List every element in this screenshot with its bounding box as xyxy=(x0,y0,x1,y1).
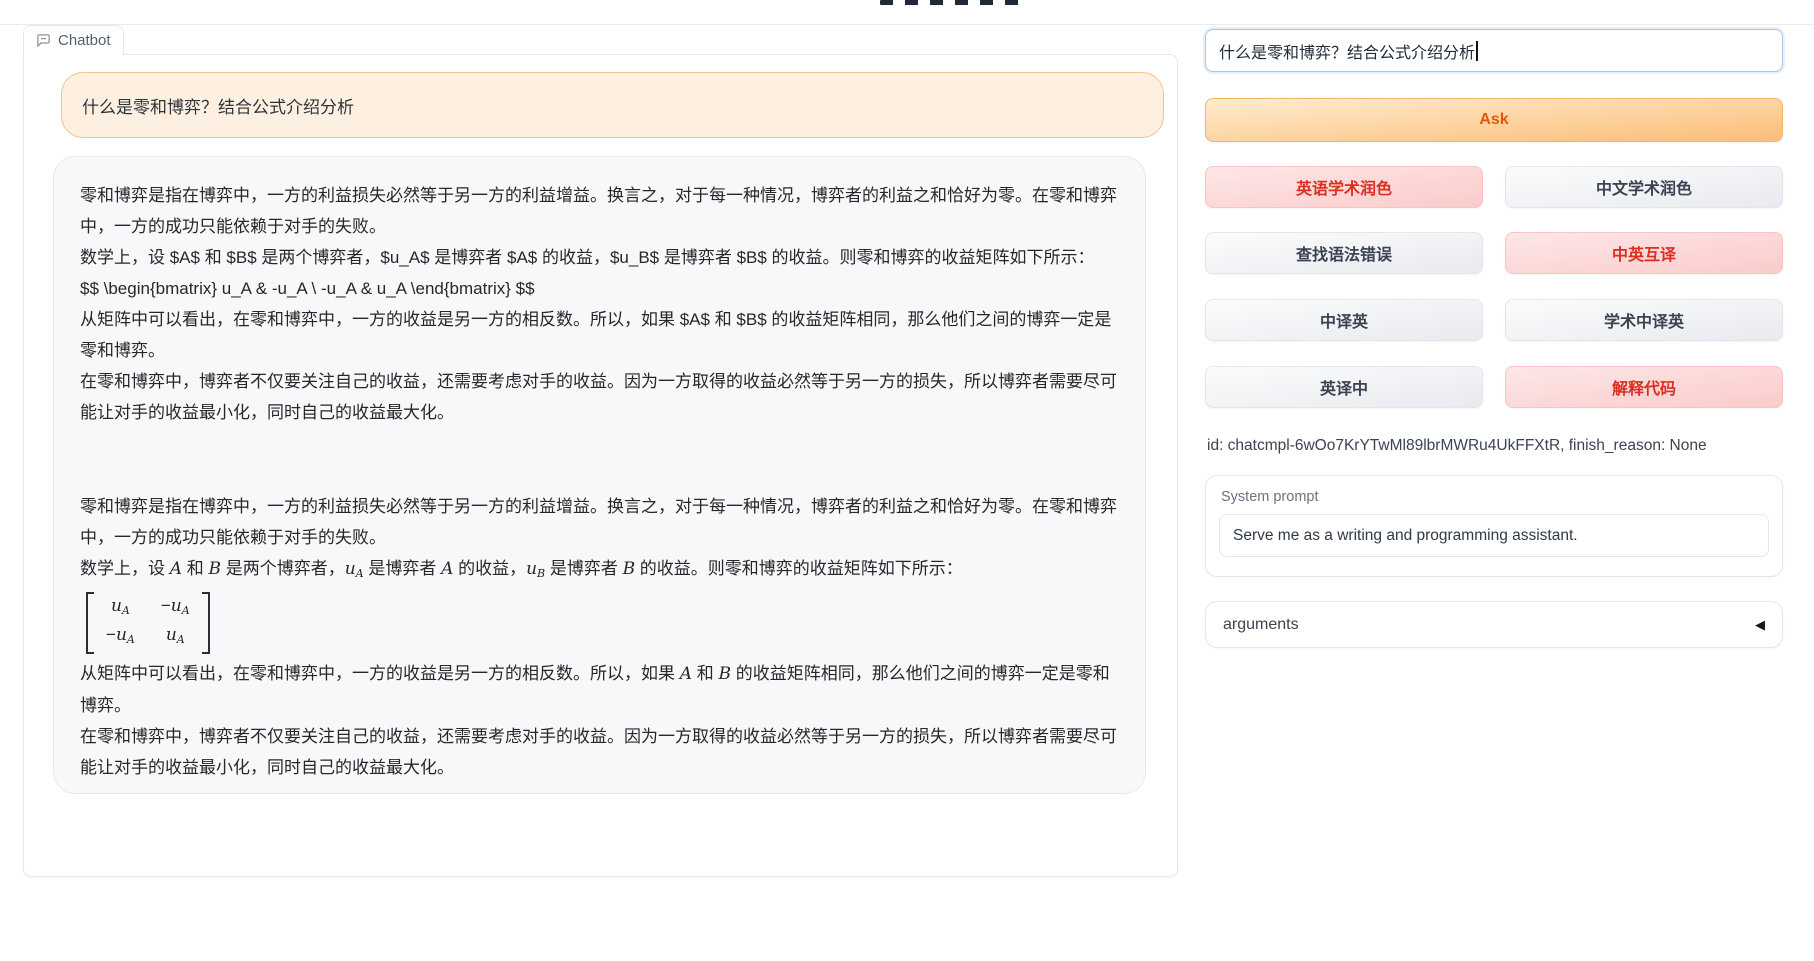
response-status-line: id: chatcmpl-6wOo7KrYTwMl89lbrMWRu4UkFFX… xyxy=(1207,437,1707,455)
bot-raw-paragraph: 在零和博弈中，博弈者不仅要关注自己的收益，还需要考虑对手的收益。因为一方取得的收… xyxy=(80,366,1119,428)
matrix-cell: uA xyxy=(106,594,135,623)
collapse-arrow-icon: ◀ xyxy=(1755,617,1765,633)
btn-explain-code[interactable]: 解释代码 xyxy=(1505,366,1783,408)
text-caret xyxy=(1476,41,1478,61)
math-var: A xyxy=(680,664,692,684)
chat-bubble-icon xyxy=(36,33,51,48)
user-message-text: 什么是零和博弈？结合公式介绍分析 xyxy=(82,93,354,118)
bot-raw-paragraph: 从矩阵中可以看出，在零和博弈中，一方的收益是另一方的相反数。所以，如果 $A$ … xyxy=(80,304,1119,366)
bot-rendered-paragraph: 零和博弈是指在博弈中，一方的利益损失必然等于另一方的利益增益。换言之，对于每一种… xyxy=(80,491,1119,553)
matrix-left-bracket xyxy=(86,592,94,654)
math-subscript: A xyxy=(356,567,364,580)
matrix-cell: −uA xyxy=(161,594,190,623)
math-var: A xyxy=(441,559,453,579)
matrix-cell: −uA xyxy=(106,623,135,652)
math-var: u xyxy=(526,559,537,579)
control-panel: 什么是零和博弈？结合公式介绍分析 Ask 英语学术润色 中文学术润色 查找语法错… xyxy=(1205,0,1783,961)
ask-button[interactable]: Ask xyxy=(1205,98,1783,142)
system-prompt-input[interactable] xyxy=(1219,514,1769,557)
chatbot-panel: 什么是零和博弈？结合公式介绍分析 零和博弈是指在博弈中，一方的利益损失必然等于另… xyxy=(23,54,1178,877)
chatbot-label: Chatbot xyxy=(23,25,124,55)
btn-chinese-academic-polish[interactable]: 中文学术润色 xyxy=(1505,166,1783,208)
btn-zh-to-en[interactable]: 中译英 xyxy=(1205,299,1483,341)
clipped-page-title xyxy=(880,0,1028,5)
btn-en-to-zh[interactable]: 英译中 xyxy=(1205,366,1483,408)
math-var: B xyxy=(208,559,221,579)
math-var: B xyxy=(623,559,636,579)
arguments-accordion[interactable]: arguments ◀ xyxy=(1205,601,1783,648)
system-prompt-group: System prompt xyxy=(1205,475,1783,577)
payoff-matrix: uA −uA −uA uA xyxy=(86,592,210,654)
math-subscript: B xyxy=(537,567,545,580)
arguments-accordion-label: arguments xyxy=(1223,616,1299,634)
bot-rendered-paragraph: 在零和博弈中，博弈者不仅要关注自己的收益，还需要考虑对手的收益。因为一方取得的收… xyxy=(80,721,1119,783)
matrix-cell: uA xyxy=(161,623,190,652)
btn-english-academic-polish[interactable]: 英语学术润色 xyxy=(1205,166,1483,208)
matrix-right-bracket xyxy=(202,592,210,654)
btn-find-grammar-errors[interactable]: 查找语法错误 xyxy=(1205,232,1483,274)
bot-rendered-math-paragraph: 从矩阵中可以看出，在零和博弈中，一方的收益是另一方的相反数。所以，如果 A 和 … xyxy=(80,658,1119,721)
system-prompt-label: System prompt xyxy=(1221,489,1769,505)
bot-rendered-math-paragraph: 数学上，设 A 和 B 是两个博弈者，uA 是博弈者 A 的收益，uB 是博弈者… xyxy=(80,553,1119,589)
question-input[interactable]: 什么是零和博弈？结合公式介绍分析 xyxy=(1205,29,1783,72)
bot-message-raw-block: 零和博弈是指在博弈中，一方的利益损失必然等于另一方的利益增益。换言之，对于每一种… xyxy=(80,180,1119,428)
bot-raw-paragraph: 数学上，设 $A$ 和 $B$ 是两个博弈者，$u_A$ 是博弈者 $A$ 的收… xyxy=(80,242,1119,273)
btn-zh-en-mutual-translate[interactable]: 中英互译 xyxy=(1505,232,1783,274)
math-var: B xyxy=(718,664,731,684)
math-var: A xyxy=(170,559,182,579)
bot-message-rendered-block: 零和博弈是指在博弈中，一方的利益损失必然等于另一方的利益增益。换言之，对于每一种… xyxy=(80,491,1119,783)
math-var: u xyxy=(345,559,356,579)
btn-academic-zh-to-en[interactable]: 学术中译英 xyxy=(1505,299,1783,341)
bot-raw-paragraph: 零和博弈是指在博弈中，一方的利益损失必然等于另一方的利益增益。换言之，对于每一种… xyxy=(80,180,1119,242)
user-message-bubble: 什么是零和博弈？结合公式介绍分析 xyxy=(61,72,1164,138)
chatbot-label-text: Chatbot xyxy=(58,32,111,49)
question-input-value: 什么是零和博弈？结合公式介绍分析 xyxy=(1219,39,1475,63)
bot-raw-latex-formula: $$ \begin{bmatrix} u_A & -u_A \ -u_A & u… xyxy=(80,273,1119,304)
bot-message-bubble: 零和博弈是指在博弈中，一方的利益损失必然等于另一方的利益增益。换言之，对于每一种… xyxy=(53,156,1146,794)
